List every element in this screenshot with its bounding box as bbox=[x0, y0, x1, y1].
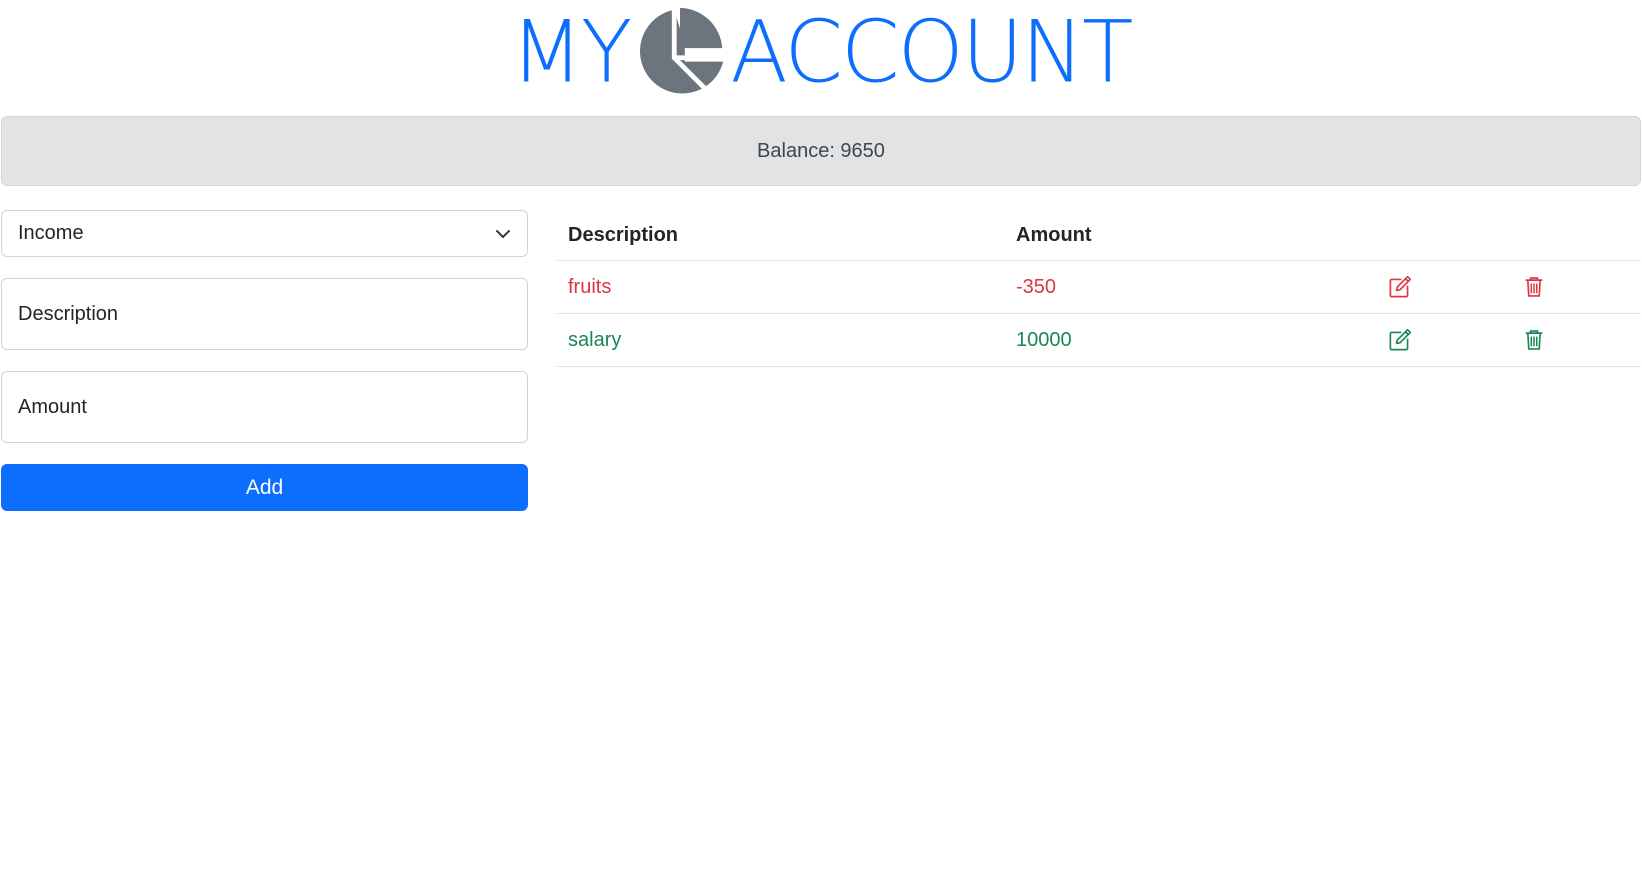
transactions-table: Description Amount fruits -350 salary 10… bbox=[557, 210, 1641, 367]
balance-banner: Balance: 9650 bbox=[1, 116, 1641, 186]
amount-input[interactable]: Amount bbox=[1, 371, 528, 443]
table-row: salary 10000 bbox=[557, 314, 1641, 367]
header-description: Description bbox=[568, 223, 679, 246]
type-select-value: Income bbox=[18, 222, 84, 244]
trash-icon[interactable] bbox=[1523, 276, 1545, 298]
description-placeholder: Description bbox=[18, 302, 119, 325]
trash-icon[interactable] bbox=[1523, 329, 1545, 351]
chevron-down-icon bbox=[496, 230, 510, 238]
amount-placeholder: Amount bbox=[18, 395, 87, 418]
row-amount: 10000 bbox=[1016, 328, 1072, 351]
brand-header: MY ACCOUNT bbox=[0, 0, 1642, 104]
brand-title-left: MY bbox=[510, 2, 633, 102]
brand-title-right: ACCOUNT bbox=[730, 2, 1133, 102]
row-amount: -350 bbox=[1016, 275, 1057, 298]
row-description: fruits bbox=[568, 275, 612, 298]
type-select[interactable]: Income bbox=[1, 210, 528, 257]
row-description: salary bbox=[568, 328, 622, 351]
transaction-form: Income Description Amount Add bbox=[1, 210, 528, 511]
header-amount: Amount bbox=[1016, 223, 1092, 246]
pie-chart-icon bbox=[640, 7, 724, 95]
edit-icon[interactable] bbox=[1389, 276, 1411, 298]
table-row: fruits -350 bbox=[557, 261, 1641, 314]
description-input[interactable]: Description bbox=[1, 278, 528, 350]
table-header-row: Description Amount bbox=[557, 210, 1641, 261]
add-button[interactable]: Add bbox=[1, 464, 528, 511]
edit-icon[interactable] bbox=[1389, 329, 1411, 351]
balance-text: Balance: 9650 bbox=[757, 139, 885, 162]
